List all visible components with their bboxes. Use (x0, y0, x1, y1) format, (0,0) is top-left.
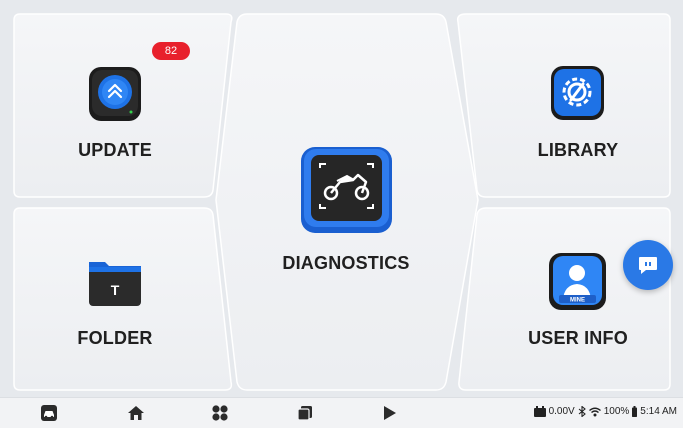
folder-label: FOLDER (77, 328, 153, 348)
apps-icon[interactable] (211, 404, 231, 422)
navigation-bar: 0.00V 100% 5:14 AM (0, 397, 683, 428)
user-profile-icon: MINE (549, 253, 606, 310)
bluetooth-icon (578, 406, 586, 417)
folder-icon-letter: T (111, 282, 120, 298)
clock: 5:14 AM (640, 406, 677, 417)
play-icon[interactable] (380, 404, 400, 422)
diagnostics-label: DIAGNOSTICS (282, 253, 410, 273)
update-icon (89, 67, 141, 121)
recents-icon[interactable] (296, 404, 316, 422)
chat-button[interactable] (623, 240, 673, 290)
motorcycle-diagnostics-icon (301, 147, 392, 233)
status-area: 0.00V 100% 5:14 AM (533, 406, 677, 417)
diagnostic-car-icon[interactable] (40, 404, 60, 422)
folder-icon: T (89, 262, 141, 306)
update-label: UPDATE (78, 140, 152, 160)
battery-icon (632, 406, 638, 417)
library-label: LIBRARY (537, 140, 619, 160)
user-info-label: USER INFO (528, 328, 628, 348)
user-icon-caption: MINE (570, 298, 585, 304)
update-count-badge: 82 (152, 42, 190, 60)
home-icon[interactable] (127, 404, 147, 422)
battery-percent: 100% (603, 406, 630, 417)
wifi-icon (588, 407, 601, 416)
chat-bubble-icon (639, 257, 657, 274)
library-gear-icon (551, 66, 604, 120)
car-battery-icon (533, 406, 546, 417)
voltage-readout: 0.00V (548, 406, 575, 417)
